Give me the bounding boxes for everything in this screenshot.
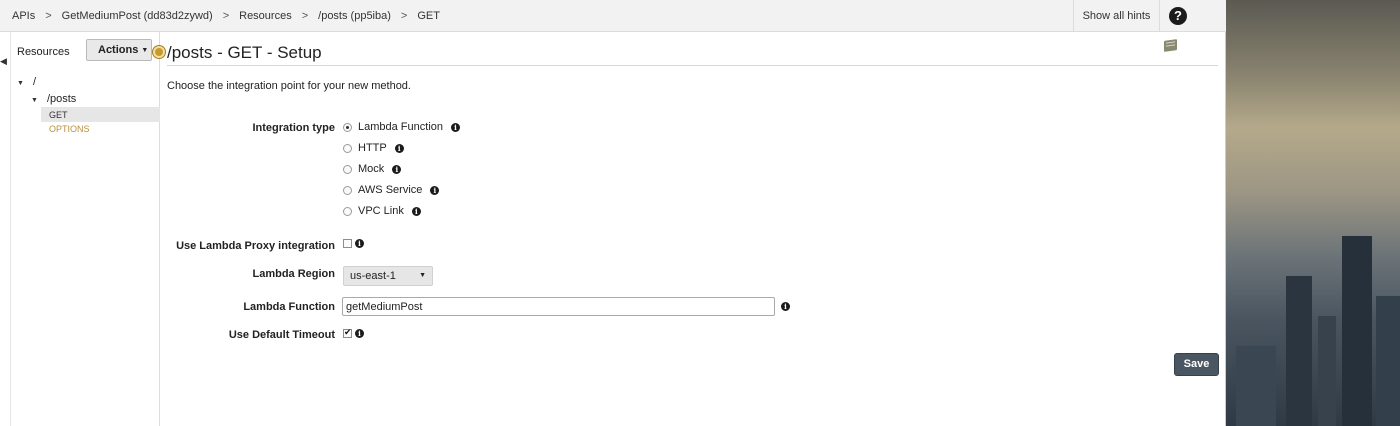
info-icon[interactable]: i <box>355 329 364 338</box>
info-icon[interactable]: i <box>451 122 460 132</box>
info-icon[interactable]: i <box>392 164 402 174</box>
breadcrumb-method[interactable]: GET <box>417 10 440 22</box>
tree-item-root[interactable]: ▼ / <box>17 76 36 88</box>
info-icon[interactable]: i <box>355 239 364 248</box>
radio-mock[interactable]: Mock i <box>343 163 402 175</box>
tree-item-posts[interactable]: ▼ /posts <box>31 93 76 105</box>
lambda-region-select[interactable]: us-east-1 ▼ <box>343 266 433 286</box>
lambda-proxy-checkbox[interactable] <box>343 239 352 248</box>
expand-triangle-icon[interactable]: ▼ <box>17 80 24 87</box>
lambda-proxy-label: Use Lambda Proxy integration <box>176 240 335 252</box>
title-divider <box>167 65 1218 66</box>
method-get[interactable]: GET <box>49 110 68 120</box>
radio-button[interactable] <box>343 143 352 153</box>
desktop-wallpaper <box>1226 0 1400 426</box>
radio-lambda-function[interactable]: Lambda Function i <box>343 121 460 133</box>
actions-label: Actions <box>98 44 139 56</box>
radio-button-selected[interactable] <box>343 122 352 132</box>
option-label: VPC Link <box>358 205 404 217</box>
integration-type-label: Integration type <box>252 122 335 134</box>
method-options[interactable]: OPTIONS <box>49 124 90 134</box>
intro-text: Choose the integration point for your ne… <box>167 80 411 92</box>
gear-icon[interactable] <box>153 46 165 58</box>
show-all-hints-button[interactable]: Show all hints <box>1073 0 1160 32</box>
help-icon[interactable]: ? <box>1169 7 1187 25</box>
lambda-function-label: Lambda Function <box>243 301 335 313</box>
info-icon[interactable]: i <box>781 302 790 311</box>
collapse-panel-icon[interactable]: ◀ <box>0 56 7 67</box>
info-icon[interactable]: i <box>411 206 421 216</box>
radio-aws-service[interactable]: AWS Service i <box>343 184 440 196</box>
actions-button[interactable]: Actions ▼ <box>86 39 152 61</box>
default-timeout-checkbox[interactable] <box>343 327 352 338</box>
radio-button[interactable] <box>343 185 352 195</box>
save-button[interactable]: Save <box>1174 353 1219 376</box>
breadcrumb-apis[interactable]: APIs <box>12 10 35 22</box>
lambda-function-input[interactable] <box>342 297 775 316</box>
radio-button[interactable] <box>343 206 352 216</box>
api-gateway-console: APIs > GetMediumPost (dd83d2zywd) > Reso… <box>0 0 1226 426</box>
default-timeout-label: Use Default Timeout <box>228 329 335 341</box>
chevron-down-icon: ▼ <box>141 47 149 54</box>
option-label: HTTP <box>358 142 387 154</box>
option-label: Mock <box>358 163 385 175</box>
lambda-region-value: us-east-1 <box>350 270 396 282</box>
radio-http[interactable]: HTTP i <box>343 142 404 154</box>
resources-title: Resources <box>17 46 70 58</box>
info-icon[interactable]: i <box>430 185 440 195</box>
breadcrumb-resources[interactable]: Resources <box>239 10 292 22</box>
option-label: AWS Service <box>358 184 423 196</box>
breadcrumb-separator: > <box>400 10 408 22</box>
expand-triangle-icon[interactable]: ▼ <box>31 97 38 104</box>
tree-item-root-label: / <box>32 76 36 88</box>
resources-panel: Resources Actions ▼ ▼ / ▼/posts GET OPTION… <box>10 32 160 426</box>
breadcrumb-separator: > <box>222 10 230 22</box>
breadcrumb-separator: > <box>301 10 309 22</box>
chevron-down-icon: ▼ <box>419 272 426 279</box>
tree-item-posts-label: /posts <box>46 93 77 105</box>
breadcrumb-resource[interactable]: /posts (pp5iba) <box>318 10 391 22</box>
lambda-region-label: Lambda Region <box>252 268 335 280</box>
breadcrumb-api[interactable]: GetMediumPost (dd83d2zywd) <box>62 10 213 22</box>
radio-button[interactable] <box>343 164 352 174</box>
radio-vpc-link[interactable]: VPC Link i <box>343 205 421 217</box>
book-icon[interactable] <box>1164 39 1177 52</box>
breadcrumb-bar: APIs > GetMediumPost (dd83d2zywd) > Reso… <box>0 0 1226 32</box>
page-title: /posts - GET - Setup <box>167 43 322 62</box>
breadcrumb-separator: > <box>45 10 52 22</box>
breadcrumb: APIs > GetMediumPost (dd83d2zywd) > Reso… <box>12 10 440 22</box>
info-icon[interactable]: i <box>394 143 404 153</box>
option-label: Lambda Function <box>358 121 443 133</box>
